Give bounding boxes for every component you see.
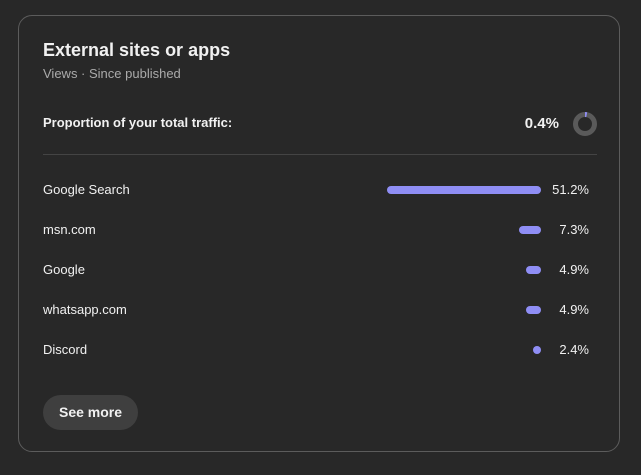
source-percent: 4.9% <box>559 302 589 317</box>
source-bar <box>387 186 541 194</box>
source-label: Google Search <box>43 182 130 197</box>
source-percent: 2.4% <box>559 342 589 357</box>
card-title: External sites or apps <box>43 40 231 60</box>
list-item: Google Search 51.2% <box>43 170 597 210</box>
sources-list: Google Search 51.2% msn.com 7.3% Google 4.9% w… <box>43 170 597 370</box>
list-item: msn.com 7.3% <box>43 210 597 250</box>
proportion-donut-icon <box>573 112 597 136</box>
source-label: Discord <box>43 342 88 357</box>
source-bar-track <box>387 226 541 234</box>
see-more-button[interactable]: See more <box>43 395 139 430</box>
proportion-value: 0.4% <box>524 115 559 132</box>
divider <box>43 154 597 155</box>
source-percent: 51.2% <box>552 182 589 197</box>
list-item: whatsapp.com 4.9% <box>43 290 597 330</box>
source-bar <box>526 306 541 314</box>
source-label: whatsapp.com <box>43 302 127 317</box>
external-sites-card: External sites or apps Views · Since pub… <box>18 15 620 452</box>
source-bar-track <box>387 186 541 194</box>
source-percent: 7.3% <box>559 222 589 237</box>
source-percent: 4.9% <box>559 262 589 277</box>
donut-track <box>573 112 597 136</box>
source-bar-track <box>387 346 541 354</box>
source-bar-track <box>387 266 541 274</box>
source-bar <box>526 266 541 274</box>
card-subtitle: Views · Since published <box>43 66 181 81</box>
source-bar <box>519 226 541 234</box>
source-label: msn.com <box>43 222 96 237</box>
list-item: Google 4.9% <box>43 250 597 290</box>
source-bar <box>533 346 541 354</box>
list-item: Discord 2.4% <box>43 330 597 370</box>
proportion-label: Proportion of your total traffic: <box>43 115 233 130</box>
source-bar-track <box>387 306 541 314</box>
source-label: Google <box>43 262 85 277</box>
